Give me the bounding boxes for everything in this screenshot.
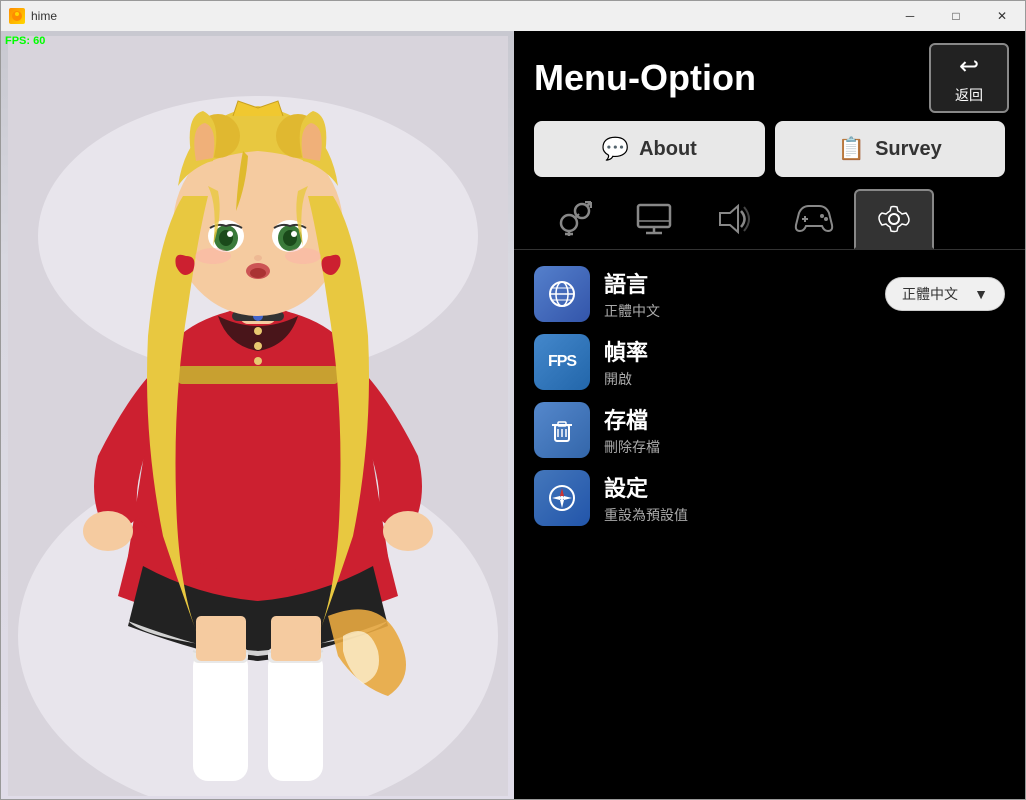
language-subtitle: 正體中文 [604,301,871,321]
window-controls: ─ □ ✕ [887,1,1025,31]
globe-icon [547,279,577,309]
tab-audio[interactable] [694,189,774,249]
close-button[interactable]: ✕ [979,1,1025,31]
language-control: 正體中文 ▼ [885,277,1005,311]
save-title: 存檔 [604,403,1005,435]
title-bar: hime ─ □ ✕ [1,1,1025,31]
compass-icon-box [534,470,590,526]
about-button[interactable]: 💬 About [534,121,765,177]
survey-button[interactable]: 📋 Survey [775,121,1006,177]
character-svg [8,36,508,796]
settings-area: 語言 正體中文 正體中文 ▼ FPS [514,250,1025,799]
save-text: 存檔 刪除存檔 [604,403,1005,457]
anime-illustration [1,31,514,799]
survey-label: Survey [875,138,942,161]
top-buttons: 💬 About 📋 Survey [514,121,1025,189]
minimize-button[interactable]: ─ [887,1,933,31]
language-dropdown[interactable]: 正體中文 ▼ [885,277,1005,311]
trash-icon-box [534,402,590,458]
left-panel: FPS: 60 [1,31,514,799]
setting-reset: 設定 重設為預設值 [534,470,1005,526]
language-icon-box [534,266,590,322]
trash-icon [547,415,577,445]
survey-icon: 📋 [838,136,865,162]
language-title: 語言 [604,267,871,299]
fps-icon-box: FPS [534,334,590,390]
return-icon: ↩ [959,52,979,81]
fps-title: 幀率 [604,335,1005,367]
dropdown-chevron-icon: ▼ [974,286,988,302]
window-frame: hime ─ □ ✕ FPS: 60 [0,0,1026,800]
reset-text: 設定 重設為預設值 [604,471,1005,525]
reset-subtitle: 重設為預設值 [604,505,1005,525]
language-text: 語言 正體中文 [604,267,871,321]
save-subtitle: 刪除存檔 [604,437,1005,457]
return-label: 返回 [955,85,983,105]
return-button[interactable]: ↩ 返回 [929,43,1009,113]
maximize-button[interactable]: □ [933,1,979,31]
fps-subtitle: 開啟 [604,369,1005,389]
language-value: 正體中文 [902,284,958,304]
setting-language: 語言 正體中文 正體中文 ▼ [534,266,1005,322]
app-icon [9,8,25,24]
tab-display[interactable] [614,189,694,249]
about-icon: 💬 [602,136,629,162]
about-label: About [639,138,697,161]
reset-title: 設定 [604,471,1005,503]
right-panel: Menu-Option ↩ 返回 💬 About 📋 Survey [514,31,1025,799]
fps-icon: FPS [548,353,576,371]
menu-title: Menu-Option [534,57,756,99]
main-content: FPS: 60 [1,31,1025,799]
tab-row [514,189,1025,250]
app-title: hime [31,9,57,23]
setting-save: 存檔 刪除存檔 [534,402,1005,458]
fps-text: 幀率 開啟 [604,335,1005,389]
setting-fps: FPS 幀率 開啟 [534,334,1005,390]
tab-gamepad[interactable] [774,189,854,249]
compass-icon [547,483,577,513]
tab-gender[interactable] [534,189,614,249]
tab-settings[interactable] [854,189,934,249]
fps-counter: FPS: 60 [5,35,45,47]
menu-header: Menu-Option ↩ 返回 [514,31,1025,121]
